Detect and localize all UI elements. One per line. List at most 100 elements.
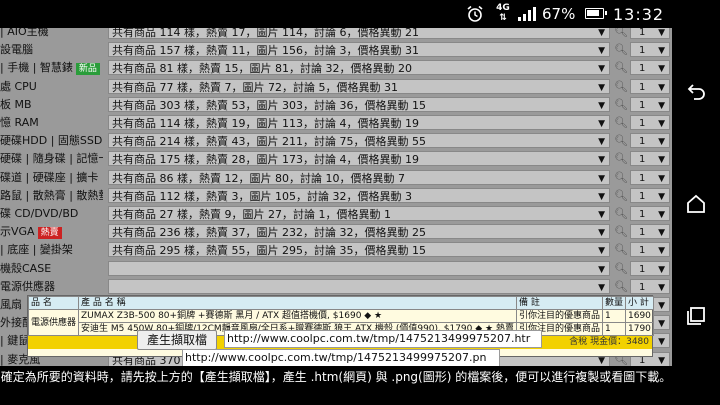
product-select[interactable]: 共有商品 236 樣，熱賣 37，圖片 232，討論 32，價格異動 25 ▼ <box>108 224 610 239</box>
quantity-select[interactable]: 1▼ <box>630 170 670 185</box>
quantity-select[interactable]: 1▼ <box>630 206 670 221</box>
clock: 13:32 <box>613 5 665 24</box>
search-icon[interactable]: 🔍︎ <box>614 207 628 220</box>
generate-capture-button[interactable]: 產生擷取檔 <box>137 330 217 350</box>
quantity-select[interactable]: 1▼ <box>630 42 670 57</box>
chevron-down-icon: ▼ <box>658 228 665 238</box>
category-row: 碟道 | 硬碟座 | 擴卡 共有商品 86 樣，熱賣 12，圖片 80，討論 10… <box>0 170 672 186</box>
product-select-summary: 共有商品 114 樣，熱賣 17，圖片 114，討論 6，價格異動 21 <box>112 28 419 39</box>
product-select[interactable]: 共有商品 27 樣，熱賣 9，圖片 27，討論 1，價格異動 1 ▼ <box>108 206 610 221</box>
search-icon[interactable]: 🔍︎ <box>614 98 628 111</box>
search-icon[interactable]: 🔍︎ <box>614 134 628 147</box>
category-row: | 手機 | 智慧錶 新品 共有商品 81 樣，熱賣 15，圖片 81，討論 32，… <box>0 60 672 76</box>
recents-icon[interactable] <box>684 304 708 328</box>
search-icon[interactable]: 🔍︎ <box>614 28 628 38</box>
category-text: 憶 RAM <box>0 116 39 129</box>
category-row: 機殼CASE ▼ 🔍︎ 1 ▼ <box>0 261 672 277</box>
png-url-field[interactable]: http://www.coolpc.com.tw/tmp/14752134999… <box>182 349 500 367</box>
product-select-summary: 共有商品 27 樣，熱賣 9，圖片 27，討論 1，價格異動 1 <box>112 208 391 221</box>
product-select-summary: 共有商品 81 樣，熱賣 15，圖片 81，討論 32，價格異動 20 <box>112 62 412 75</box>
chevron-down-icon: ▼ <box>598 228 605 238</box>
search-icon[interactable]: 🔍︎ <box>614 80 628 93</box>
product-select[interactable]: 共有商品 86 樣，熱賣 12，圖片 80，討論 10，價格異動 7 ▼ <box>108 170 610 185</box>
product-select[interactable]: 共有商品 81 樣，熱賣 15，圖片 81，討論 32，價格異動 20 ▼ <box>108 60 610 75</box>
product-select[interactable]: 共有商品 77 樣，熱賣 7，圖片 72，討論 5，價格異動 31 ▼ <box>108 79 610 94</box>
category-text: 路鼠 | 散熱膏 | 散熱墊 <box>0 189 103 202</box>
product-select-summary: 共有商品 86 樣，熱賣 12，圖片 80，討論 10，價格異動 7 <box>112 172 405 185</box>
chevron-down-icon: ▼ <box>658 337 665 347</box>
category-label: 電源供應器 <box>0 279 103 295</box>
category-row: 硬碟 | 隨身碟 | 記憶卡 共有商品 175 樣，熱賣 28，圖片 173，討論… <box>0 151 672 167</box>
quantity-value: 1 <box>639 227 646 238</box>
search-icon[interactable]: 🔍︎ <box>614 280 628 293</box>
category-label: 憶 RAM <box>0 115 103 131</box>
product-select-summary: 共有商品 175 樣，熱賣 28，圖片 173，討論 4，價格異動 19 <box>112 153 419 166</box>
quantity-select[interactable]: 1▼ <box>630 97 670 112</box>
status-bar: 4G ⇅ 67% 13:32 <box>0 0 720 28</box>
category-text: | AIO主機 <box>0 28 49 38</box>
quote-row: 電源供應器 ZUMAX Z3B-500 80+銅牌 +賽德斯 黑月 / ATX … <box>27 309 654 336</box>
back-icon[interactable] <box>684 80 708 104</box>
search-icon[interactable]: 🔍︎ <box>614 171 628 184</box>
category-text: 風扇 <box>0 298 22 311</box>
quantity-select[interactable]: 1▼ <box>630 188 670 203</box>
chevron-down-icon: ▼ <box>658 192 665 202</box>
category-label: | AIO主機 <box>0 28 103 40</box>
quantity-select[interactable]: 1▼ <box>630 279 670 294</box>
quantity-select[interactable]: 1▼ <box>630 79 670 94</box>
quote-product-name: ZUMAX Z3B-500 80+銅牌 +賽德斯 黑月 / ATX 超值搭機價,… <box>78 309 517 323</box>
search-icon[interactable]: 🔍︎ <box>614 61 628 74</box>
web-page[interactable]: | AIO主機 共有商品 114 樣，熱賣 17，圖片 114，討論 6，價格異動… <box>0 28 672 405</box>
home-icon[interactable] <box>684 192 708 216</box>
product-select[interactable]: 共有商品 175 樣，熱賣 28，圖片 173，討論 4，價格異動 19 ▼ <box>108 151 610 166</box>
quantity-select[interactable]: 1▼ <box>630 261 670 276</box>
htm-url-field[interactable]: http://www.coolpc.com.tw/tmp/14752134999… <box>224 330 542 348</box>
search-icon[interactable]: 🔍︎ <box>614 243 628 256</box>
chevron-down-icon: ▼ <box>658 174 665 184</box>
product-select[interactable]: 共有商品 114 樣，熱賣 19，圖片 113，討論 4，價格異動 19 ▼ <box>108 115 610 130</box>
product-select[interactable]: ▼ <box>108 261 610 276</box>
product-select[interactable]: 共有商品 295 樣，熱賣 55，圖片 295，討論 35，價格異動 15 ▼ <box>108 242 610 257</box>
product-select[interactable]: 共有商品 114 樣，熱賣 17，圖片 114，討論 6，價格異動 21 ▼ <box>108 28 610 39</box>
product-select[interactable]: 共有商品 112 樣，熱賣 3，圖片 105，討論 32，價格異動 3 ▼ <box>108 188 610 203</box>
quantity-value: 1 <box>639 82 646 93</box>
chevron-down-icon: ▼ <box>658 155 665 165</box>
quantity-select[interactable]: 1▼ <box>630 242 670 257</box>
category-text: 硬碟HDD | 固態SSD <box>0 134 103 147</box>
chevron-down-icon: ▼ <box>598 246 605 256</box>
quantity-select[interactable]: 1▼ <box>630 224 670 239</box>
search-icon[interactable]: 🔍︎ <box>614 225 628 238</box>
quantity-select[interactable]: 1▼ <box>630 115 670 130</box>
category-row: 碟 CD/DVD/BD 共有商品 27 樣，熱賣 9，圖片 27，討論 1，價格異… <box>0 206 672 222</box>
quantity-select[interactable]: 1▼ <box>630 151 670 166</box>
quote-note: 引你注目的優惠商品 <box>515 309 603 323</box>
search-icon[interactable]: 🔍︎ <box>614 43 628 56</box>
chevron-down-icon: ▼ <box>658 210 665 220</box>
category-text: 碟道 | 硬碟座 | 擴卡 <box>0 171 99 184</box>
search-icon[interactable]: 🔍︎ <box>614 262 628 275</box>
category-text: 電源供應器 <box>0 280 55 293</box>
product-select-summary: 共有商品 303 樣，熱賣 53，圖片 303，討論 36，價格異動 15 <box>112 99 426 112</box>
quantity-value: 1 <box>639 45 646 56</box>
quantity-value: 1 <box>639 28 646 38</box>
product-select[interactable]: 共有商品 303 樣，熱賣 53，圖片 303，討論 36，價格異動 15 ▼ <box>108 97 610 112</box>
category-row: 處 CPU 共有商品 77 樣，熱賣 7，圖片 72，討論 5，價格異動 31 ▼ 🔍… <box>0 79 672 95</box>
quantity-select[interactable]: 1▼ <box>630 133 670 148</box>
category-label: 機殼CASE <box>0 261 103 277</box>
quantity-select[interactable]: 1▼ <box>630 60 670 75</box>
category-label: 硬碟 | 隨身碟 | 記憶卡 <box>0 151 103 167</box>
product-select[interactable]: ▼ <box>108 279 610 294</box>
col-header-product: 產 品 名 稱 <box>78 296 517 310</box>
chevron-down-icon: ▼ <box>598 210 605 220</box>
quantity-value: 1 <box>639 245 646 256</box>
search-icon[interactable]: 🔍︎ <box>614 116 628 129</box>
product-select-summary: 共有商品 77 樣，熱賣 7，圖片 72，討論 5，價格異動 31 <box>112 81 398 94</box>
quote-subtotal: 1790 <box>625 322 654 336</box>
quantity-select[interactable]: 1▼ <box>630 28 670 39</box>
product-select[interactable]: 共有商品 157 樣，熱賣 11，圖片 156，討論 3，價格異動 31 ▼ <box>108 42 610 57</box>
search-icon[interactable]: 🔍︎ <box>614 189 628 202</box>
category-text: | 手機 | 智慧錶 <box>0 61 73 74</box>
product-select[interactable]: 共有商品 214 樣，熱賣 43，圖片 211，討論 75，價格異動 55 ▼ <box>108 133 610 148</box>
search-icon[interactable]: 🔍︎ <box>614 152 628 165</box>
category-badge: 新品 <box>75 63 100 75</box>
